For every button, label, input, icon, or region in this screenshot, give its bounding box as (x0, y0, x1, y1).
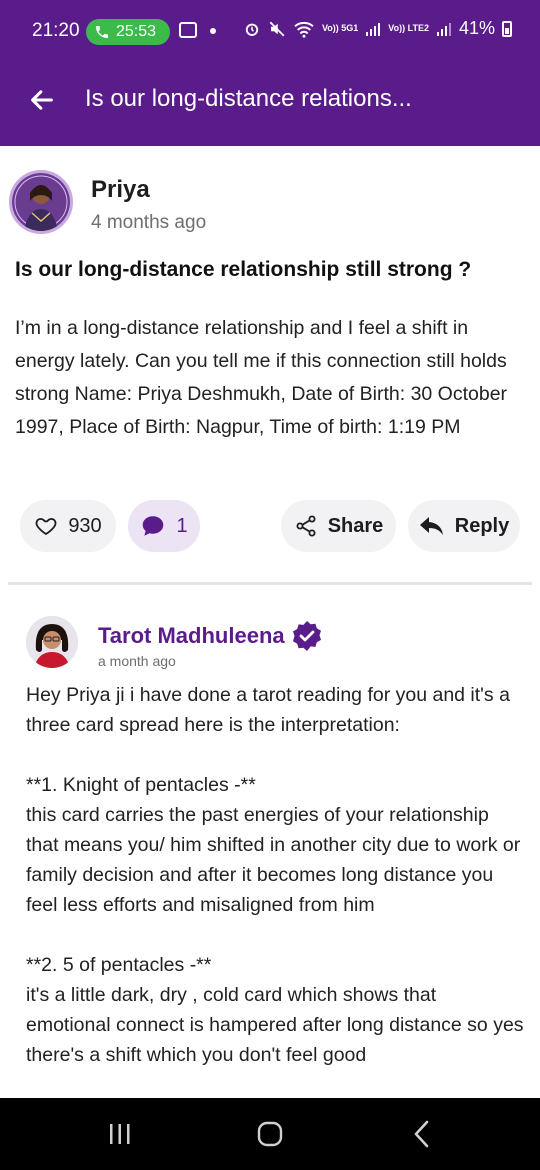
back-arrow-icon (31, 90, 53, 110)
home-button[interactable] (240, 1114, 300, 1154)
call-timer: 25:53 (116, 23, 157, 40)
post-actions: 930 1 Share Reply (0, 500, 540, 552)
verified-badge-icon (292, 621, 321, 651)
share-button[interactable]: Share (281, 500, 396, 552)
reader-name-row[interactable]: Tarot Madhuleena (98, 620, 323, 652)
like-button[interactable]: 930 (20, 500, 116, 552)
author-avatar[interactable] (9, 170, 73, 234)
signal-icon-2 (436, 22, 451, 36)
comments-button[interactable]: 1 (128, 500, 200, 552)
avatar-image (12, 173, 70, 231)
alarm-icon (245, 23, 259, 36)
section-divider (8, 582, 532, 585)
reader-name: Tarot Madhuleena (98, 623, 285, 648)
back-button[interactable] (22, 80, 62, 120)
question-title: Is our long-distance relationship still … (15, 258, 472, 281)
phone-icon (96, 26, 108, 38)
home-icon (257, 1121, 283, 1147)
system-nav-bar (0, 1098, 540, 1170)
nav-back-button[interactable] (392, 1114, 452, 1154)
reader-avatar[interactable] (26, 616, 78, 668)
reply-text: Hey Priya ji i have done a tarot reading… (26, 684, 524, 1066)
reply-label: Reply (454, 514, 510, 537)
question-body: I’m in a long-distance relationship and … (15, 317, 508, 438)
app-bar: Is our long-distance relations... (0, 70, 540, 130)
share-icon (296, 515, 316, 537)
status-bar: 21:20 25:53 Vo)) 5G1 Vo)) LTE2 41% (0, 0, 540, 64)
wifi-icon (294, 21, 314, 38)
battery-icon (502, 20, 512, 37)
page-title: Is our long-distance relations... (85, 85, 412, 112)
post-timestamp: 4 months ago (91, 212, 207, 233)
status-time: 21:20 (32, 20, 80, 41)
reader-avatar-image (26, 616, 78, 668)
status-right: Vo)) 5G1 Vo)) LTE2 41% (243, 18, 512, 39)
heart-icon (35, 518, 57, 535)
ongoing-call-pill[interactable]: 25:53 (86, 19, 170, 45)
reply-button[interactable]: Reply (408, 500, 520, 552)
author-name[interactable]: Priya (91, 176, 150, 204)
more-notifications-dot (210, 28, 216, 34)
top-bar: 21:20 25:53 Vo)) 5G1 Vo)) LTE2 41% Is ou… (0, 0, 540, 146)
signal-icon (366, 22, 381, 36)
comment-bubble-icon (143, 516, 164, 536)
nav-back-icon (414, 1120, 429, 1148)
notification-icon (179, 22, 197, 38)
battery-percent: 41% (458, 18, 495, 38)
reply-timestamp: a month ago (98, 653, 176, 669)
comment-count: 1 (176, 514, 188, 537)
like-count: 930 (68, 514, 102, 537)
network-label-1: Vo)) 5G1 (321, 23, 359, 33)
reply-icon (419, 517, 443, 535)
share-label: Share (327, 514, 384, 537)
recents-button[interactable] (90, 1114, 150, 1154)
recents-icon (110, 1124, 130, 1144)
network-label-2: Vo)) LTE2 (388, 23, 429, 33)
mute-icon (269, 21, 285, 36)
